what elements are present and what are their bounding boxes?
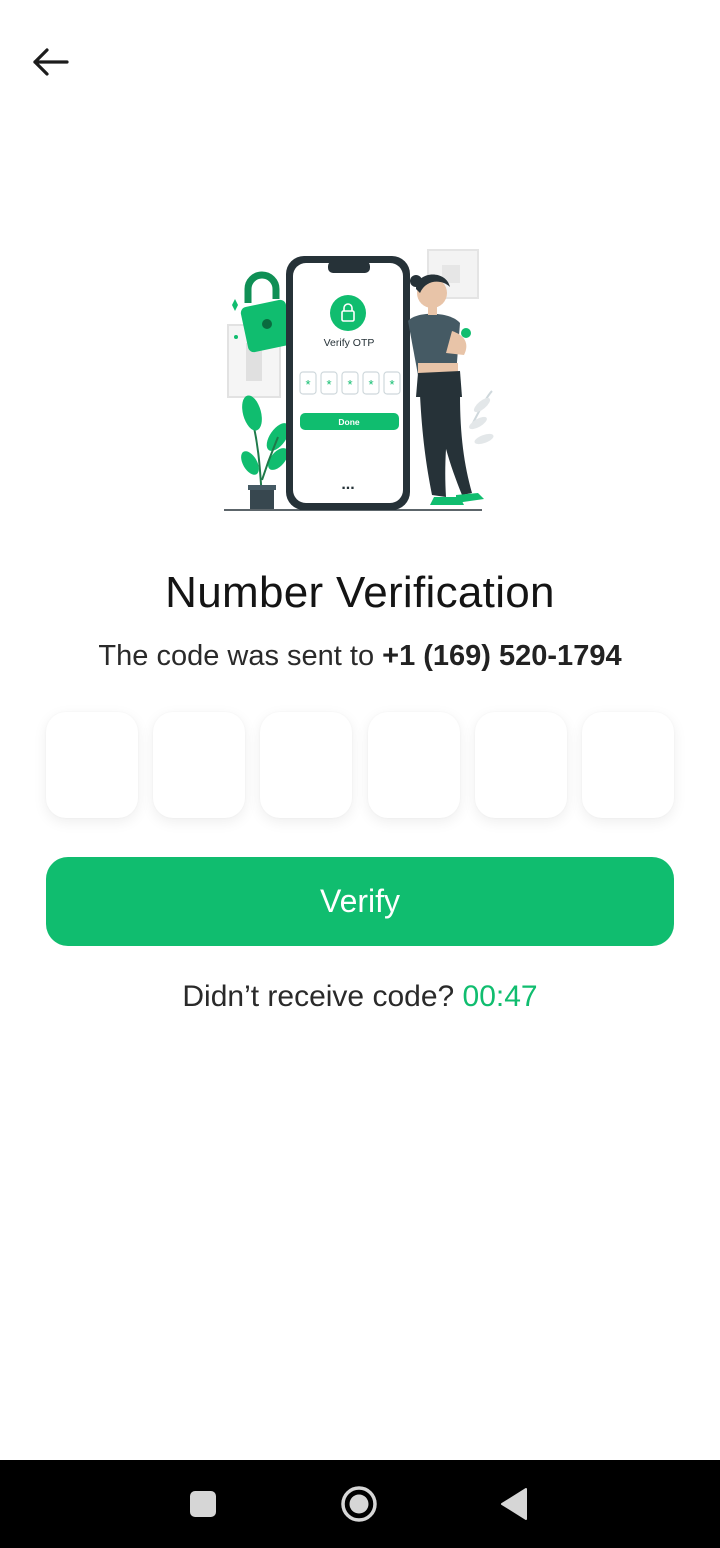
svg-text:*: * (347, 377, 352, 392)
phone-dots: ... (341, 476, 354, 493)
resend-prefix: Didn’t receive code? (182, 980, 455, 1013)
system-navigation-bar (0, 1460, 720, 1548)
verify-button[interactable]: Verify (46, 857, 674, 946)
otp-digit-1[interactable] (46, 712, 138, 818)
triangle-back-icon (501, 1488, 527, 1520)
svg-text:*: * (326, 377, 331, 392)
svg-text:*: * (305, 377, 310, 392)
otp-digit-2[interactable] (153, 712, 246, 818)
nav-back-button[interactable] (490, 1480, 538, 1528)
page-title: Number Verification (165, 568, 555, 617)
home-button[interactable] (335, 1480, 383, 1528)
recents-button[interactable] (179, 1480, 227, 1528)
square-icon (190, 1491, 216, 1517)
phone-title: Verify OTP (324, 337, 375, 349)
circle-home-icon (341, 1486, 377, 1522)
otp-digit-4[interactable] (367, 712, 460, 818)
phone-number: +1 (169) 520-1794 (382, 640, 622, 672)
otp-digit-5[interactable] (474, 712, 567, 818)
svg-text:*: * (368, 377, 373, 392)
otp-digit-3[interactable] (260, 712, 353, 818)
otp-input-row (46, 712, 674, 818)
otp-illustration: Verify OTP * * * * * Done ... (220, 245, 500, 515)
phone-done-label: Done (338, 417, 360, 427)
arrow-left-icon (33, 48, 69, 76)
resend-timer: 00:47 (462, 980, 538, 1013)
otp-digit-6[interactable] (581, 712, 674, 818)
svg-text:*: * (389, 377, 394, 392)
code-sent-prefix: The code was sent to (98, 640, 375, 672)
phone-digit-boxes: * * * * * (299, 371, 401, 395)
resend-message: Didn’t receive code? 00:47 (0, 980, 720, 1014)
code-sent-message: The code was sent to +1 (169) 520-1794 (0, 640, 720, 673)
back-button[interactable] (26, 40, 76, 84)
